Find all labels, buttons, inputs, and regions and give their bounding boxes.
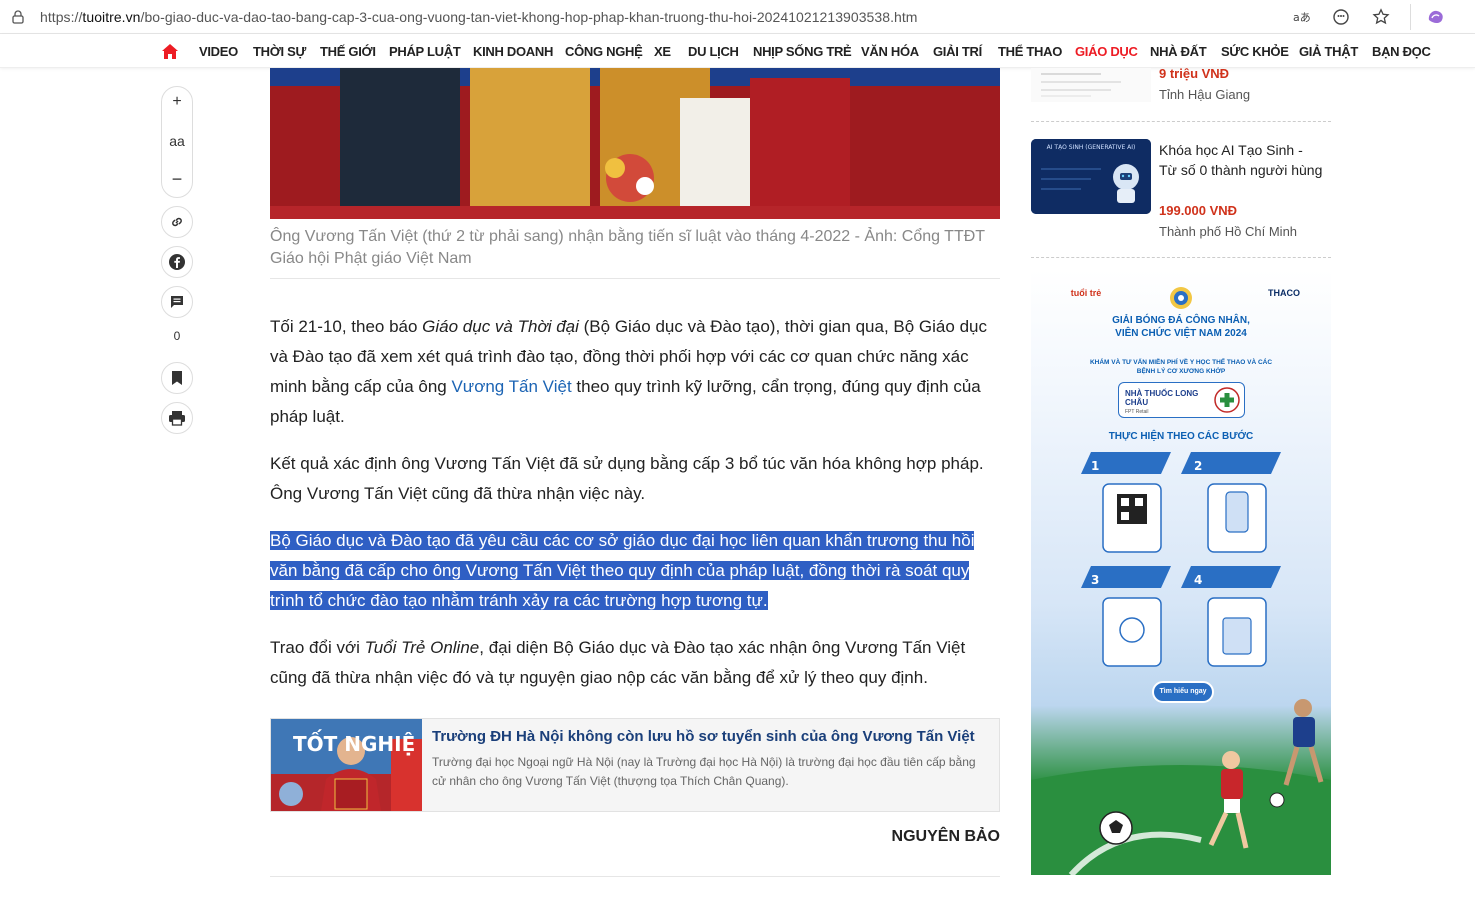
newspaper-name: Giáo dục và Thời đại	[422, 317, 579, 336]
print-icon	[169, 411, 185, 426]
font-increase-button[interactable]: +	[162, 93, 192, 111]
svg-text:4: 4	[1194, 573, 1202, 587]
nav-item-the-thao[interactable]: THỂ THAO	[998, 44, 1062, 59]
url-path: /bo-giao-duc-va-dao-tao-bang-cap-3-cua-o…	[140, 9, 918, 25]
ad-brand-small: FPT Retail	[1125, 409, 1149, 415]
sidebar-item-1-price: 9 triệu VNĐ	[1159, 66, 1230, 81]
nav-item-giao-duc[interactable]: GIÁO DỤC	[1075, 44, 1138, 59]
nav-item-du-lich[interactable]: DU LỊCH	[688, 44, 739, 59]
comment-button[interactable]	[161, 286, 193, 318]
selected-text[interactable]: Bộ Giáo dục và Đào tạo đã yêu cầu các cơ…	[270, 531, 975, 610]
ceremony-photo-illustration	[270, 68, 1000, 219]
person-tag-link[interactable]: Vương Tấn Việt	[451, 377, 571, 396]
paragraph-text: Trao đổi với	[270, 638, 365, 657]
comment-count: 0	[173, 329, 181, 343]
browser-address-bar: https://tuoitre.vn/bo-giao-duc-va-dao-ta…	[0, 0, 1475, 34]
nav-item-ban-doc[interactable]: BẠN ĐỌC	[1372, 44, 1431, 59]
related-article-card[interactable]: TỐT NGHIỆ Trường ĐH Hà Nội không còn lưu…	[270, 718, 1000, 812]
sidebar-item-2-thumbnail[interactable]: AI TẠO SINH (GENERATIVE AI)	[1031, 139, 1151, 214]
nav-item-cong-nghe[interactable]: CÔNG NGHỆ	[565, 44, 643, 59]
nav-item-phap-luat[interactable]: PHÁP LUẬT	[389, 44, 461, 59]
article-photo[interactable]	[270, 68, 1000, 219]
related-article-title[interactable]: Trường ĐH Hà Nội không còn lưu hồ sơ tuy…	[432, 727, 992, 747]
home-icon[interactable]	[161, 43, 179, 60]
url-scheme: https://	[40, 9, 83, 25]
nav-item-thoi-su[interactable]: THỜI SỰ	[253, 44, 306, 59]
ai-course-thumbnail: AI TẠO SINH (GENERATIVE AI)	[1031, 139, 1151, 214]
nav-item-kinh-doanh[interactable]: KINH DOANH	[473, 44, 553, 59]
ad-logo-right: THACO	[1268, 288, 1300, 298]
article-paragraph-4: Trao đổi với Tuổi Trẻ Online, đại diện B…	[270, 633, 1000, 693]
sidebar-divider	[1031, 257, 1331, 258]
sidebar-item-1-thumbnail[interactable]	[1031, 68, 1151, 102]
caption-divider	[270, 278, 1000, 279]
nav-item-gia-that[interactable]: GIẢ THẬT	[1299, 44, 1358, 59]
related-article-description: Trường đại học Ngoại ngữ Hà Nội (nay là …	[432, 755, 976, 788]
font-size-label[interactable]: aa	[162, 133, 192, 149]
related-article-thumbnail[interactable]: TỐT NGHIỆ	[271, 719, 422, 811]
photo-caption: Ông Vương Tấn Việt (thứ 2 từ phải sang) …	[270, 228, 985, 267]
emoji-icon[interactable]	[1330, 6, 1352, 28]
sidebar-item-1-location: Tỉnh Hậu Giang	[1159, 87, 1251, 102]
sidebar-divider	[1031, 121, 1331, 122]
football-tournament-ad[interactable]: tuổi trẻ THACO GIẢI BÓNG ĐÁ CÔNG NHÂN, V…	[1031, 270, 1331, 875]
footer-divider	[270, 876, 1000, 877]
url-text[interactable]: https://tuoitre.vn/bo-giao-duc-va-dao-ta…	[40, 9, 918, 25]
ad-title: GIẢI BÓNG ĐÁ CÔNG NHÂN, VIÊN CHỨC VIỆT N…	[1112, 315, 1250, 339]
thumbnail-text: TỐT NGHIỆ	[293, 730, 415, 756]
font-size-control: + aa −	[161, 86, 193, 198]
sidebar-item-2-price: 199.000 VNĐ	[1159, 203, 1238, 218]
toolbar-divider	[1410, 4, 1411, 30]
nav-item-video[interactable]: VIDEO	[199, 44, 238, 59]
bookmark-button[interactable]	[161, 362, 193, 394]
svg-text:2: 2	[1194, 459, 1202, 473]
article-paragraph-1: Tối 21-10, theo báo Giáo dục và Thời đại…	[270, 312, 1000, 432]
translate-icon[interactable]: aあ	[1290, 6, 1312, 28]
nav-item-xe[interactable]: XE	[654, 44, 671, 59]
football-players-illustration	[1031, 699, 1331, 875]
article-paragraph-3-selected[interactable]: Bộ Giáo dục và Đào tạo đã yêu cầu các cơ…	[270, 526, 1000, 616]
facebook-share-button[interactable]	[161, 246, 193, 278]
copilot-icon[interactable]	[1425, 6, 1447, 28]
lock-icon[interactable]	[10, 9, 26, 25]
svg-text:aあ: aあ	[1293, 11, 1310, 24]
font-decrease-button[interactable]: −	[162, 170, 192, 188]
svg-text:1: 1	[1091, 459, 1099, 473]
article-paragraph-2: Kết quả xác định ông Vương Tấn Việt đã s…	[270, 454, 984, 503]
copy-link-button[interactable]	[161, 206, 193, 238]
print-button[interactable]	[161, 402, 193, 434]
thumbnail-title: AI TẠO SINH (GENERATIVE AI)	[1047, 144, 1136, 151]
nav-item-giai-tri[interactable]: GIẢI TRÍ	[933, 44, 982, 59]
ad-subtitle: KHÁM VÀ TƯ VẤN MIỄN PHÍ VỀ Y HỌC THỂ THA…	[1089, 359, 1273, 375]
sidebar-item-2-title[interactable]: Khóa học AI Tạo Sinh - Từ số 0 thành ngư…	[1159, 140, 1324, 180]
graduation-photo-illustration: TỐT NGHIỆ	[271, 719, 422, 811]
facebook-icon	[169, 254, 185, 270]
ad-steps-illustration: 1 2 3 4	[1081, 452, 1281, 667]
ad-brand: NHÀ THUỐC LONG CHÂU	[1125, 389, 1199, 407]
hospital-logo-icon	[1214, 387, 1240, 413]
nav-item-the-gioi[interactable]: THẾ GIỚI	[320, 44, 376, 59]
nav-item-nha-dat[interactable]: NHÀ ĐẤT	[1150, 44, 1207, 59]
url-domain: tuoitre.vn	[82, 9, 141, 25]
svg-text:3: 3	[1091, 573, 1099, 587]
nav-item-van-hoa[interactable]: VĂN HÓA	[861, 44, 919, 59]
article-author: NGUYÊN BẢO	[891, 828, 1000, 845]
trophy-icon	[1170, 287, 1192, 309]
bookmark-icon	[172, 371, 182, 385]
nav-item-nhip-song-tre[interactable]: NHỊP SỐNG TRẺ	[753, 44, 852, 59]
document-thumbnail	[1031, 68, 1151, 102]
paragraph-text: Tối 21-10, theo báo	[270, 317, 423, 336]
newspaper-name: Tuổi Trẻ Online	[364, 638, 480, 657]
nav-item-suc-khoe[interactable]: SỨC KHỎE	[1221, 44, 1289, 59]
ad-pharmacy-box: NHÀ THUỐC LONG CHÂU FPT Retail	[1118, 382, 1245, 418]
sidebar-item-2-location: Thành phố Hồ Chí Minh	[1159, 224, 1298, 239]
ad-steps-heading: THỰC HIỆN THEO CÁC BƯỚC	[1108, 431, 1254, 442]
link-icon	[172, 217, 182, 227]
star-icon[interactable]	[1370, 6, 1392, 28]
comment-icon	[171, 296, 183, 308]
main-navigation: VIDEO THỜI SỰ THẾ GIỚI PHÁP LUẬT KINH DO…	[0, 34, 1475, 68]
